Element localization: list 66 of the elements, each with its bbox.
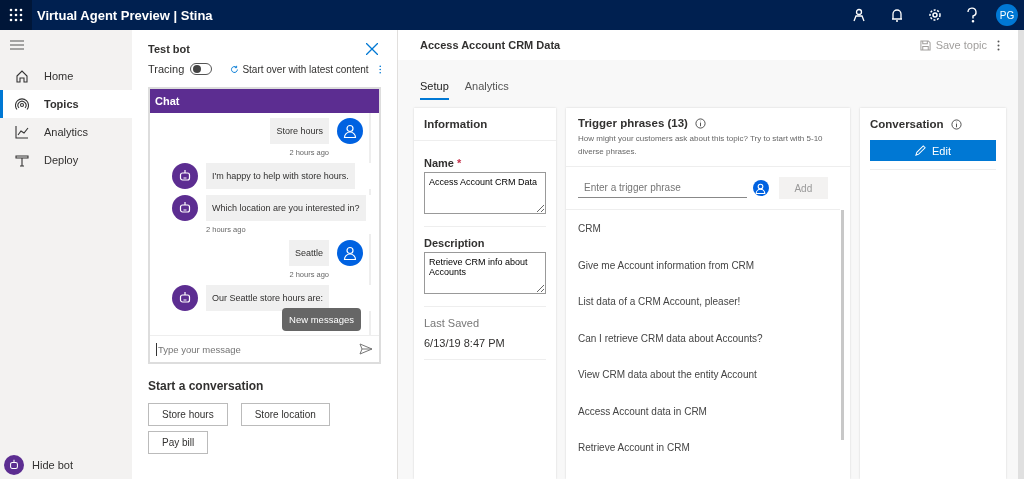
home-icon: [15, 69, 29, 83]
description-field[interactable]: Retrieve CRM info about Accounts: [424, 252, 546, 294]
user-avatar-icon: [337, 118, 363, 144]
chart-icon: [15, 125, 29, 139]
hint-text: How might your customers ask about this topic? Try to start with 5-10 diverse phrases.: [578, 133, 824, 158]
trigger-phrase: CRM: [578, 222, 602, 236]
card-title: Information: [424, 118, 488, 130]
info-icon[interactable]: [694, 117, 706, 129]
message-bubble: Store hours: [270, 118, 329, 144]
trigger-phrase: Can I retrieve CRM data about Accounts?: [578, 331, 764, 346]
pencil-icon: [915, 145, 926, 156]
edit-button[interactable]: Edit: [870, 140, 996, 161]
message-bubble: Seattle: [288, 240, 329, 266]
start-over-link[interactable]: Start over with latest content: [242, 63, 369, 75]
close-icon[interactable]: [366, 43, 378, 55]
section-title: Start a conversation: [148, 379, 265, 393]
required-mark: *: [457, 157, 462, 169]
suggestion-button[interactable]: Store location: [240, 403, 330, 426]
help-icon[interactable]: [966, 7, 978, 23]
tab[interactable]: Setup: [420, 80, 449, 100]
message-bubble: I'm happy to help with store hours.: [206, 163, 355, 189]
settings-icon[interactable]: [928, 8, 942, 22]
trigger-phrase: Access Account data in CRM: [578, 404, 708, 419]
bot-icon[interactable]: [4, 455, 24, 475]
scrollbar[interactable]: [841, 210, 844, 440]
more-icon[interactable]: [378, 63, 381, 75]
last-saved-label: Last Saved: [424, 317, 481, 329]
new-messages-pill[interactable]: New messages: [282, 308, 361, 331]
trigger-phrase: List data of a CRM Account, pleaser!: [578, 295, 742, 309]
info-icon[interactable]: [950, 118, 962, 130]
suggestion-button[interactable]: Pay bill: [148, 431, 209, 454]
field-label: Description: [424, 237, 485, 249]
app-launcher-icon[interactable]: [0, 0, 32, 30]
chat-header: Chat: [150, 89, 379, 113]
card-title: Trigger phrases (13): [578, 117, 688, 129]
refresh-icon[interactable]: [229, 63, 239, 75]
signpost-icon: [15, 153, 29, 167]
user-avatar-icon: [752, 180, 769, 196]
topic-title: Access Account CRM Data: [420, 39, 561, 51]
more-icon[interactable]: [997, 39, 1000, 51]
last-saved-value: 6/13/19 8:47 PM: [424, 337, 506, 349]
tracing-label: Tracing: [148, 63, 185, 75]
user-avatar-icon: [337, 240, 363, 266]
nav-item[interactable]: Home: [0, 62, 132, 90]
card-title: Conversation: [870, 118, 944, 130]
name-field[interactable]: Access Account CRM Data: [424, 172, 546, 214]
message-bubble: Our Seattle store hours are:: [206, 285, 330, 311]
field-label: Name: [424, 157, 454, 169]
nav-item[interactable]: Analytics: [0, 118, 132, 146]
user-avatar[interactable]: PG: [996, 4, 1018, 26]
signal-icon: [15, 97, 29, 111]
tab[interactable]: Analytics: [464, 80, 509, 100]
person-icon[interactable]: [852, 8, 866, 22]
save-icon: [919, 39, 931, 51]
send-icon[interactable]: [359, 343, 373, 355]
trigger-phrase: Retrieve Account in CRM: [578, 441, 691, 455]
bell-icon[interactable]: [890, 8, 904, 22]
suggestion-button[interactable]: Store hours: [148, 403, 228, 426]
hide-bot-link[interactable]: Hide bot: [32, 459, 73, 471]
app-title: Virtual Agent Preview | Stina: [37, 7, 213, 23]
message-bubble: Which location are you interested in?: [206, 195, 366, 221]
trigger-phrase: Give me Account information from CRM: [578, 258, 756, 273]
nav-item[interactable]: Deploy: [0, 146, 132, 174]
trigger-phrase: View CRM data about the entity Account: [578, 368, 758, 382]
nav-item[interactable]: Topics: [0, 90, 132, 118]
panel-title: Test bot: [148, 43, 190, 55]
